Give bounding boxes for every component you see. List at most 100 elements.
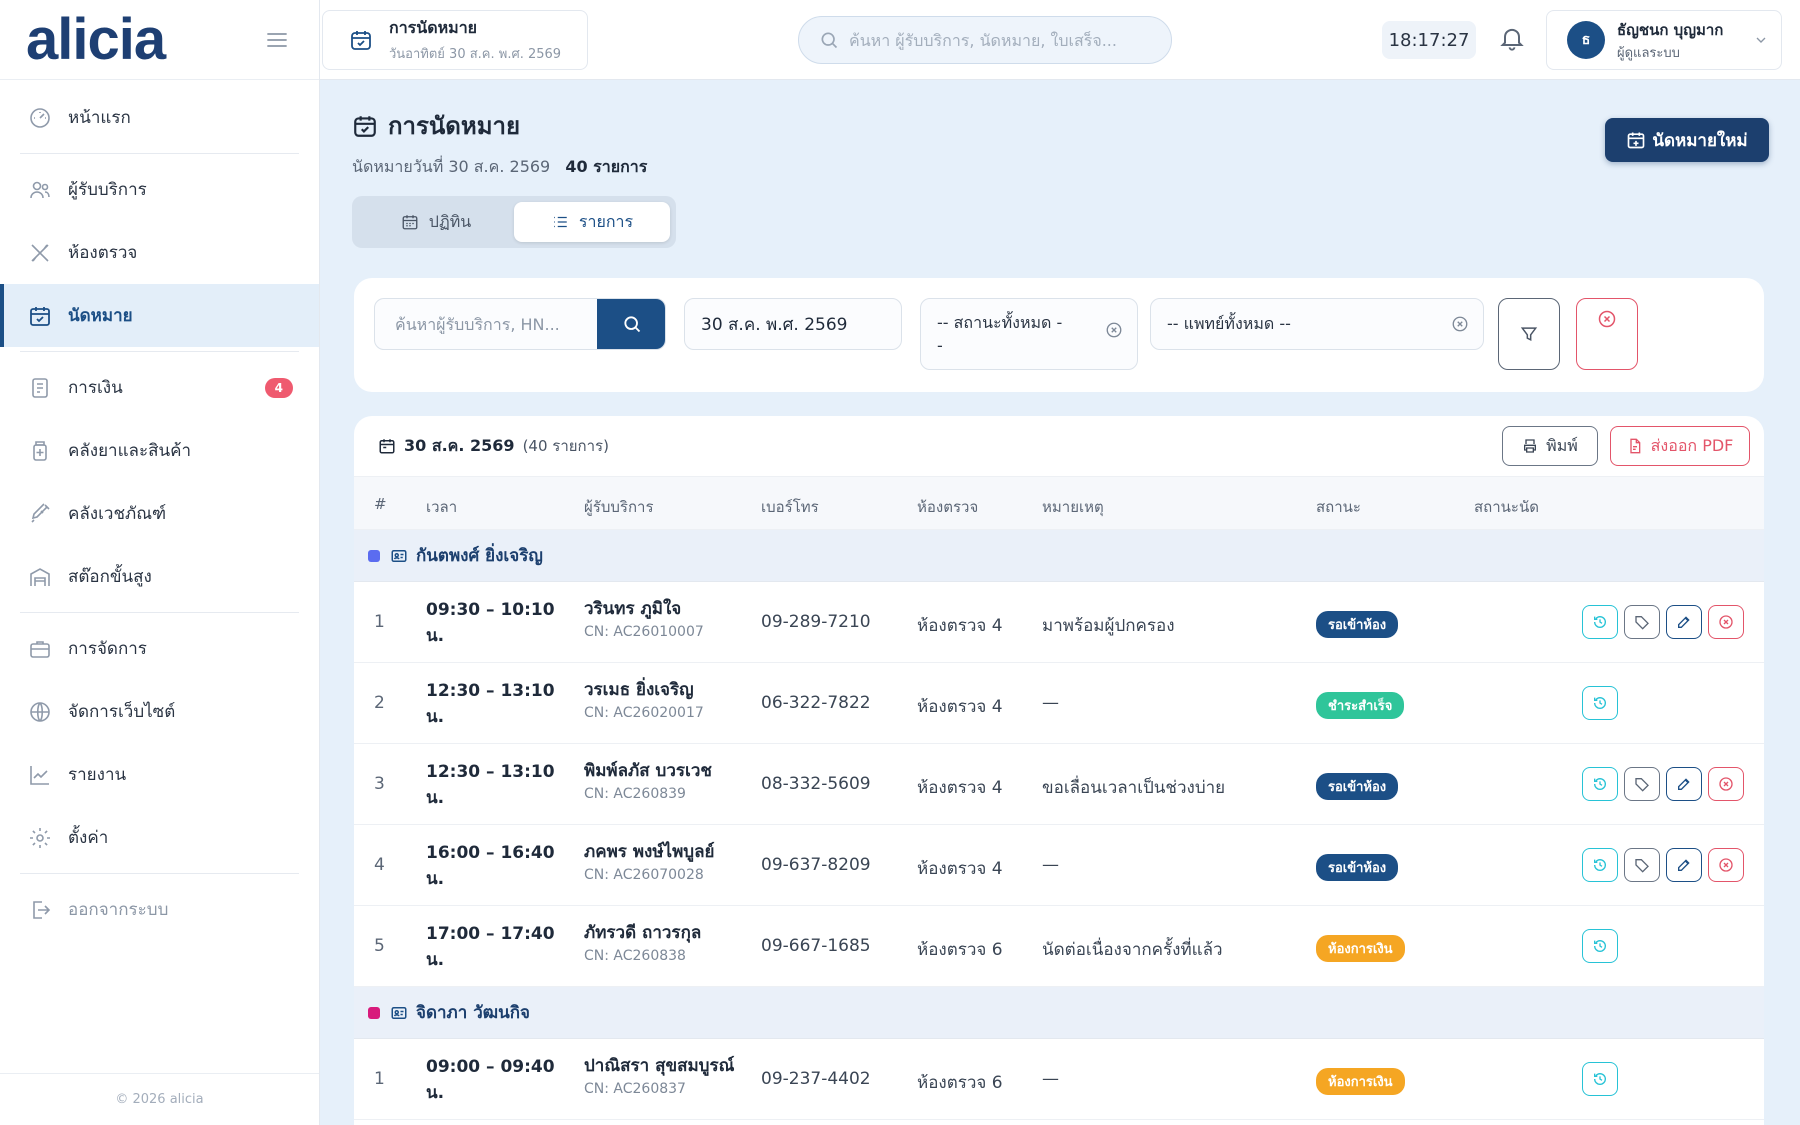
main-content: การนัดหมาย นัดหมายวันที่ 30 ส.ค. 2569 40… <box>320 80 1800 1125</box>
row-index: 2 <box>374 693 385 713</box>
sidebar-item-patients[interactable]: ผู้รับบริการ <box>0 158 319 221</box>
patient-name[interactable]: ภคพร พงษ์ไพบูลย์ <box>584 841 744 863</box>
advanced-filter-button[interactable] <box>1498 298 1560 370</box>
chart-line-icon <box>28 763 52 787</box>
sidebar-item-appointments[interactable]: นัดหมาย <box>0 284 319 347</box>
edit-button[interactable] <box>1666 605 1702 639</box>
clear-status-icon[interactable] <box>1105 321 1123 339</box>
appointment-note: — <box>1042 693 1059 713</box>
table-row[interactable]: 1 09:00 – 09:40 น. ปาณิสรา สุขสมบูรณ์ CN: A… <box>354 1039 1764 1120</box>
close-circle-icon <box>1597 309 1617 369</box>
history-icon <box>1592 614 1608 630</box>
cancel-appointment-button[interactable] <box>1708 848 1744 882</box>
history-button[interactable] <box>1582 929 1618 963</box>
clear-doctor-icon[interactable] <box>1451 315 1469 333</box>
exam-room: ห้องตรวจ 6 <box>917 940 1003 960</box>
user-menu[interactable]: ธ ธัญชนก บุญมาก ผู้ดูแลระบบ <box>1546 10 1782 70</box>
new-appointment-button[interactable]: นัดหมายใหม่ <box>1605 118 1769 162</box>
notification-bell-icon[interactable] <box>1498 24 1526 54</box>
sidebar-item-exam-room[interactable]: ห้องตรวจ <box>0 221 319 284</box>
status-cell: ห้องการเงิน <box>1316 1068 1405 1095</box>
users-icon <box>28 178 52 202</box>
history-button[interactable] <box>1582 686 1618 720</box>
edit-button[interactable] <box>1666 767 1702 801</box>
doctor-color-swatch <box>368 1006 380 1019</box>
patient-name[interactable]: ภัทรวดี ถาวรกุล <box>584 922 744 944</box>
doctor-select-value: -- แพทย์ทั้งหมด -- <box>1167 313 1291 333</box>
menu-toggle-icon[interactable] <box>265 28 291 52</box>
history-icon <box>1592 1071 1608 1087</box>
clear-filters-button[interactable] <box>1576 298 1638 370</box>
history-button[interactable] <box>1582 848 1618 882</box>
history-button[interactable] <box>1582 1062 1618 1096</box>
page-subtitle: นัดหมายวันที่ 30 ส.ค. 2569 <box>352 157 551 176</box>
app-logo[interactable]: alicia <box>26 10 166 69</box>
patient-cell: พิมพ์ลภัส บวรเวช CN: AC260839 <box>584 760 744 802</box>
status-select[interactable]: -- สถานะทั้งหมด - - <box>920 298 1138 370</box>
patient-cell: ปาณิสรา สุขสมบูรณ์ CN: AC260837 <box>584 1055 744 1097</box>
sidebar-item-label: การจัดการ <box>68 639 147 659</box>
tab-list[interactable]: รายการ <box>514 202 670 242</box>
date-picker[interactable]: 30 ส.ค. พ.ศ. 2569 <box>684 298 902 350</box>
patient-phone: 09-637-8209 <box>761 855 871 875</box>
list-icon <box>551 213 569 231</box>
pencil-icon <box>1676 614 1692 630</box>
page-header: การนัดหมาย นัดหมายวันที่ 30 ส.ค. 2569 40… <box>352 106 647 180</box>
sidebar-item-finance[interactable]: การเงิน 4 <box>0 356 319 419</box>
patient-cell: วรเมธ ยิ่งเจริญ CN: AC26020017 <box>584 679 744 721</box>
patient-name[interactable]: วรเมธ ยิ่งเจริญ <box>584 679 744 701</box>
table-row[interactable]: 2 12:30 – 13:10 น. วรเมธ ยิ่งเจริญ CN: AC26… <box>354 663 1764 744</box>
tag-button[interactable] <box>1624 767 1660 801</box>
global-search-input[interactable] <box>849 30 1149 50</box>
finance-count-badge: 4 <box>264 377 293 398</box>
history-button[interactable] <box>1582 605 1618 639</box>
status-badge: รอเข้าห้อง <box>1316 773 1399 800</box>
table-row[interactable]: 1 09:30 – 10:10 น. วรินทร ภูมิใจ CN: AC2601… <box>354 582 1764 663</box>
tag-button[interactable] <box>1624 605 1660 639</box>
status-cell: ชำระสำเร็จ <box>1316 692 1405 719</box>
sidebar-item-label: ตั้งค่า <box>68 828 109 848</box>
patient-name[interactable]: ปาณิสรา สุขสมบูรณ์ <box>584 1055 744 1077</box>
cancel-appointment-button[interactable] <box>1708 767 1744 801</box>
briefcase-icon <box>28 637 52 661</box>
export-pdf-button[interactable]: ส่งออก PDF <box>1610 426 1750 466</box>
sidebar-item-website[interactable]: จัดการเว็บไซต์ <box>0 680 319 743</box>
doctor-select[interactable]: -- แพทย์ทั้งหมด -- <box>1150 298 1484 350</box>
logout-icon <box>28 898 52 922</box>
printer-icon <box>1522 438 1538 454</box>
sidebar-item-management[interactable]: การจัดการ <box>0 617 319 680</box>
row-index: 3 <box>374 774 385 794</box>
patient-search-button[interactable] <box>597 299 665 349</box>
status-badge: รอเข้าห้อง <box>1316 611 1399 638</box>
sidebar-item-home[interactable]: หน้าแรก <box>0 86 319 149</box>
table-row[interactable]: 3 12:30 – 13:10 น. พิมพ์ลภัส บวรเวช CN: AC2… <box>354 744 1764 825</box>
tag-button[interactable] <box>1624 848 1660 882</box>
sidebar-item-supplies[interactable]: คลังเวชภัณฑ์ <box>0 482 319 545</box>
tab-label: ปฏิทิน <box>428 211 472 231</box>
print-button[interactable]: พิมพ์ <box>1502 426 1598 466</box>
sidebar-item-logout[interactable]: ออกจากระบบ <box>0 878 319 941</box>
table-row[interactable]: 5 17:00 – 17:40 น. ภัทรวดี ถาวรกุล CN: AC26… <box>354 906 1764 987</box>
sidebar-item-settings[interactable]: ตั้งค่า <box>0 806 319 869</box>
sidebar-nav: หน้าแรก ผู้รับบริการ ห้องตรวจ นัดหมาย กา… <box>0 80 319 941</box>
sidebar-item-reports[interactable]: รายงาน <box>0 743 319 806</box>
tab-calendar[interactable]: ปฏิทิน <box>358 202 514 242</box>
sidebar-item-advanced-stock[interactable]: สต๊อกขั้นสูง <box>0 545 319 608</box>
col-header-room: ห้องตรวจ <box>917 498 979 516</box>
doctor-group-header: จิดาภา วัฒนกิจ <box>354 987 1764 1039</box>
gauge-icon <box>28 106 52 130</box>
patient-name[interactable]: พิมพ์ลภัส บวรเวช <box>584 760 744 782</box>
nav-divider <box>20 873 299 874</box>
history-button[interactable] <box>1582 767 1618 801</box>
calendar-plus-icon <box>1626 130 1646 150</box>
patient-name[interactable]: วรินทร ภูมิใจ <box>584 598 744 620</box>
sidebar-item-pharmacy[interactable]: คลังยาและสินค้า <box>0 419 319 482</box>
patient-search-input[interactable] <box>375 314 615 334</box>
table-count: (40 รายการ) <box>522 437 609 455</box>
patient-phone: 08-332-5609 <box>761 774 871 794</box>
row-index: 1 <box>374 612 385 632</box>
table-row[interactable]: 4 16:00 – 16:40 น. ภคพร พงษ์ไพบูลย์ CN: AC2… <box>354 825 1764 906</box>
status-badge: รอเข้าห้อง <box>1316 854 1399 881</box>
edit-button[interactable] <box>1666 848 1702 882</box>
cancel-appointment-button[interactable] <box>1708 605 1744 639</box>
